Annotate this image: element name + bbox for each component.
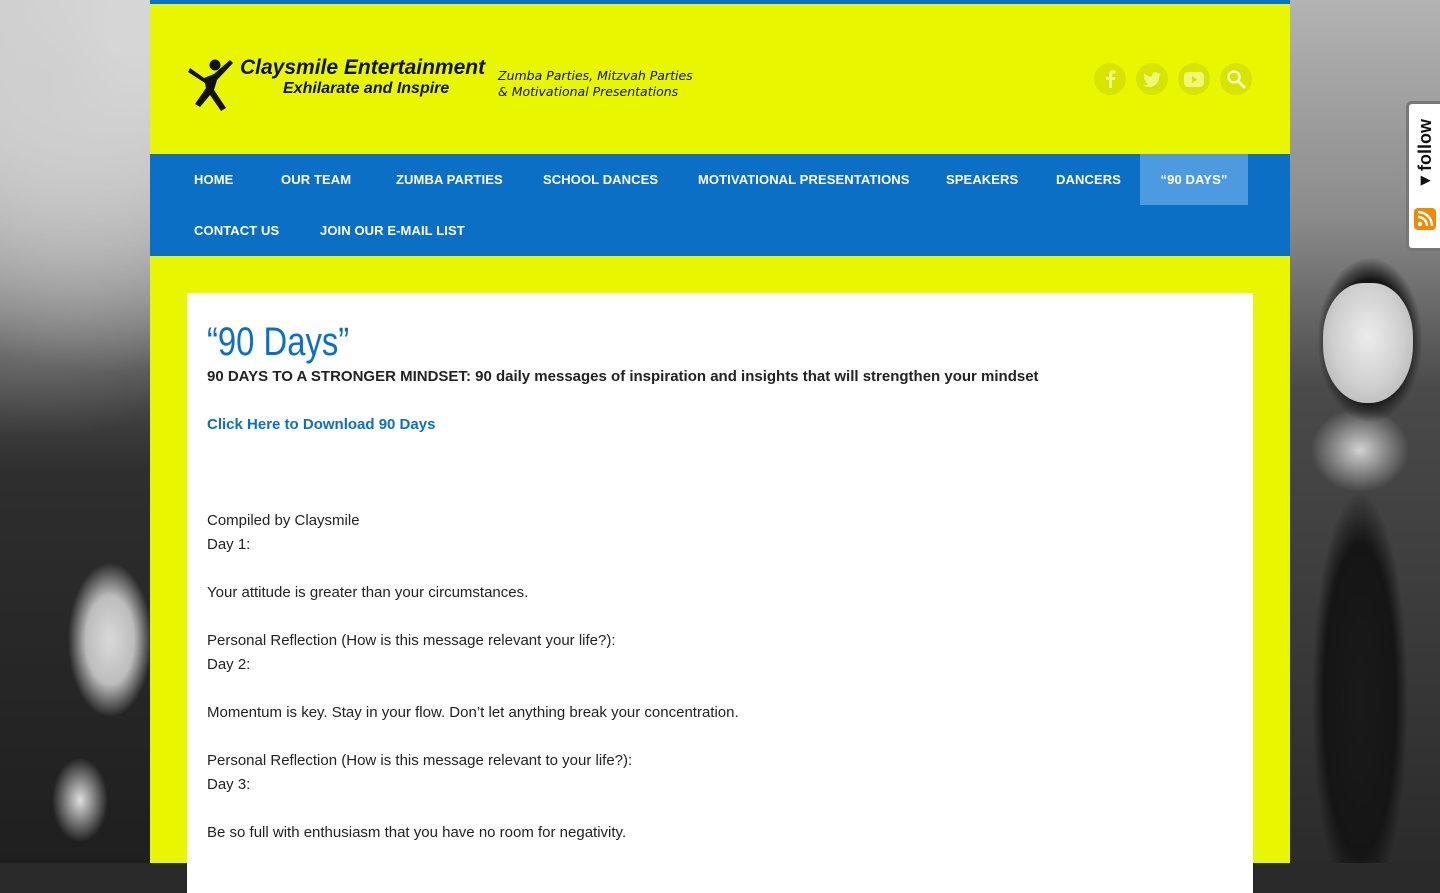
tagline-line-1: Zumba Parties, Mitzvah Parties <box>498 68 693 83</box>
social-links <box>1094 63 1252 95</box>
follow-widget[interactable]: ◂follow <box>1406 101 1440 251</box>
brand-name: Claysmile Entertainment <box>240 56 486 79</box>
day-2-label: Day 2: <box>207 656 251 673</box>
tagline-line-2: & Motivational Presentations <box>498 84 679 99</box>
lead-text: 90 DAYS TO A STRONGER MINDSET: 90 daily … <box>207 368 1039 385</box>
main-content: “90 Days” 90 DAYS TO A STRONGER MINDSET:… <box>187 293 1253 893</box>
nav-item-join-email-list[interactable]: Join Our E-mail List <box>296 205 489 256</box>
brand-slogan: Exhilarate and Inspire <box>283 80 450 97</box>
day-2-reflection: Personal Reflection (How is this message… <box>207 752 633 769</box>
nav-item-our-team[interactable]: Our Team <box>257 154 375 205</box>
day-3-message: Be so full with enthusiasm that you have… <box>207 824 627 841</box>
main-navigation: Home Our Team Zumba Parties School Dance… <box>150 154 1290 256</box>
day-2-message: Momentum is key. Stay in your flow. Don’… <box>207 704 739 721</box>
twitter-icon[interactable] <box>1136 63 1168 95</box>
background-photo-left <box>0 0 150 863</box>
site-tagline: Zumba Parties, Mitzvah Parties & Motivat… <box>498 68 693 100</box>
nav-item-contact-us[interactable]: Contact Us <box>170 205 303 256</box>
background-person-face <box>1323 283 1413 403</box>
download-link[interactable]: Click Here to Download 90 Days <box>207 413 1233 437</box>
rss-icon[interactable] <box>1414 208 1436 230</box>
nav-item-home[interactable]: Home <box>170 154 257 205</box>
site-header: Claysmile Entertainment Exhilarate and I… <box>150 4 1290 154</box>
nav-item-speakers[interactable]: Speakers <box>922 154 1042 205</box>
nav-item-90-days[interactable]: “90 Days” <box>1140 154 1248 205</box>
nav-item-zumba-parties[interactable]: Zumba Parties <box>372 154 527 205</box>
dancer-logo-icon <box>188 59 233 111</box>
nav-item-school-dances[interactable]: School Dances <box>519 154 682 205</box>
page-title: “90 Days” <box>207 320 350 364</box>
facebook-icon[interactable] <box>1094 63 1126 95</box>
site-logo[interactable]: Claysmile Entertainment Exhilarate and I… <box>186 56 485 112</box>
search-icon[interactable] <box>1220 63 1252 95</box>
compiled-by: Compiled by Claysmile <box>207 512 360 529</box>
day-1-label: Day 1: <box>207 536 251 553</box>
day-1-reflection: Personal Reflection (How is this message… <box>207 632 616 649</box>
day-1-message: Your attitude is greater than your circu… <box>207 584 529 601</box>
follow-label: ◂follow <box>1415 119 1435 193</box>
youtube-icon[interactable] <box>1178 63 1210 95</box>
nav-item-motivational-presentations[interactable]: Motivational Presentations <box>674 154 934 205</box>
nav-item-dancers[interactable]: Dancers <box>1032 154 1145 205</box>
day-3-label: Day 3: <box>207 776 251 793</box>
